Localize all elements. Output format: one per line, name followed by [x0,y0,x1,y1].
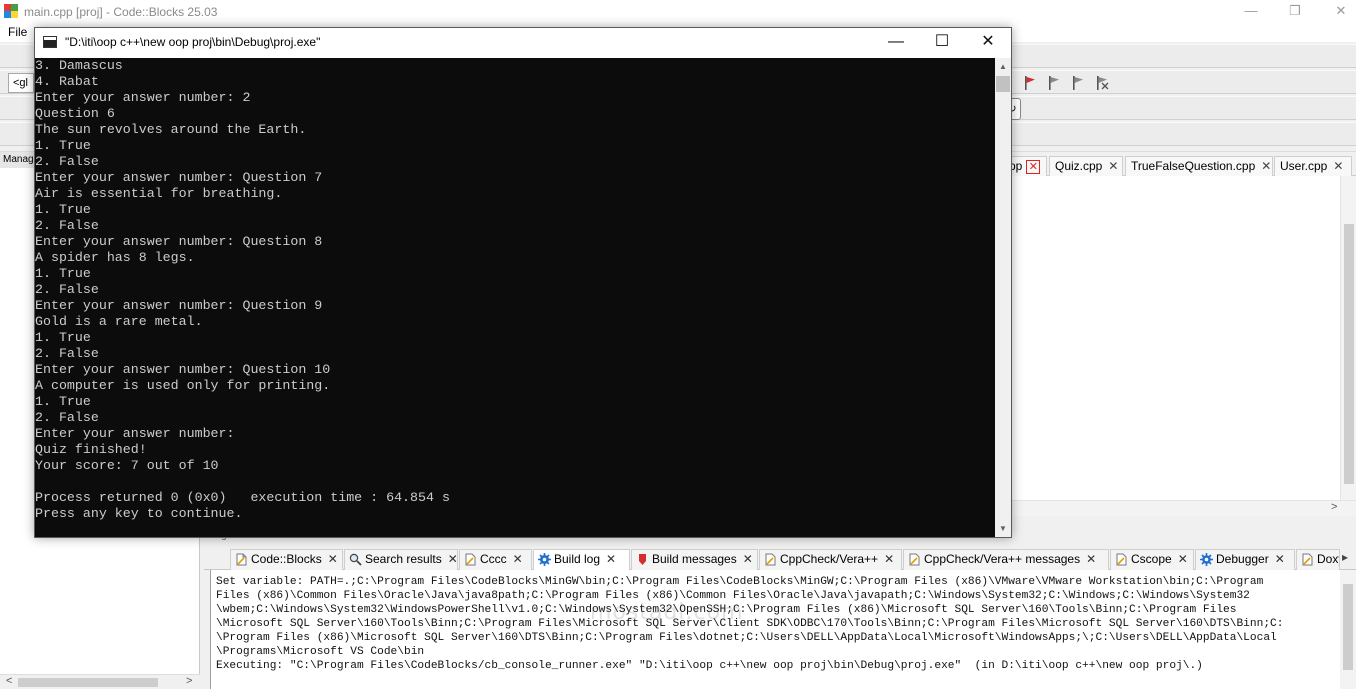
close-tab-icon[interactable]: ✕ [606,550,616,569]
document-icon [765,553,776,566]
console-app-icon [43,36,57,48]
codeblocks-app-icon [4,4,18,18]
close-tab-icon[interactable]: ✕ [743,550,753,569]
editor-area[interactable] [1003,176,1356,516]
log-tab-doxyblocks[interactable]: Doxyl [1296,549,1340,570]
close-tab-icon[interactable]: ✕ [1275,550,1285,569]
log-tab-cppcheck-vera[interactable]: CppCheck/Vera++ ✕ [759,549,902,570]
console-window[interactable]: "D:\iti\oop c++\new oop proj\bin\Debug\p… [34,27,1012,538]
log-tab-label: Cccc [480,552,507,566]
document-icon [1302,553,1313,566]
codeblocks-window-title: main.cpp [proj] - Code::Blocks 25.03 [24,5,218,19]
log-tab-cscope[interactable]: Cscope ✕ [1110,549,1194,570]
marker-icon [639,554,646,565]
log-tab-label: Debugger [1216,552,1269,566]
close-tab-icon[interactable]: ✕ [328,550,338,569]
close-tab-icon[interactable]: ✕ [1026,160,1041,174]
log-tab-cccc[interactable]: Cccc ✕ [459,549,532,570]
log-tab-label: Build log [554,552,601,566]
clear-bookmarks-flag-icon[interactable] [1093,74,1111,92]
close-tab-icon[interactable]: ✕ [1261,157,1271,175]
tab-truefalsequestion-cpp[interactable]: TrueFalseQuestion.cpp ✕ [1125,156,1273,176]
gear-icon [1200,553,1213,566]
log-tab-search-results[interactable]: Search results ✕ [344,549,458,570]
document-icon [1116,553,1127,566]
console-titlebar[interactable]: "D:\iti\oop c++\new oop proj\bin\Debug\p… [35,28,1011,58]
codeblocks-titlebar: main.cpp [proj] - Code::Blocks 25.03 — ❐… [0,0,1356,24]
tab-label: Quiz.cpp [1055,159,1103,173]
console-close-button[interactable]: ✕ [965,28,1011,58]
console-window-title: "D:\iti\oop c++\new oop proj\bin\Debug\p… [65,35,321,49]
close-tab-icon[interactable]: ✕ [448,550,457,569]
logs-tab-bar: Code::Blocks ✕ Search results ✕ Cccc ✕ Buil… [204,546,1356,570]
scroll-left-icon[interactable]: < [6,675,12,687]
log-tab-build-log[interactable]: Build log ✕ [533,549,630,570]
log-tab-label: Code::Blocks [251,552,322,566]
tab-quiz-cpp[interactable]: Quiz.cpp ✕ [1049,156,1123,176]
scroll-right-icon[interactable]: > [1331,501,1337,513]
management-hscrollbar[interactable]: < > [0,674,200,689]
previous-bookmark-flag-icon[interactable] [1045,74,1063,92]
log-tab-codeblocks[interactable]: Code::Blocks ✕ [230,549,343,570]
scroll-thumb[interactable] [1344,224,1354,484]
document-icon [465,553,476,566]
close-tab-icon[interactable]: ✕ [513,550,523,569]
codeblocks-maximize-button[interactable]: ❐ [1272,0,1318,24]
scroll-up-icon[interactable]: ▲ [995,58,1011,75]
tab-label: TrueFalseQuestion.cpp [1131,159,1256,173]
close-tab-icon[interactable]: ✕ [1333,157,1343,175]
scroll-thumb[interactable] [996,76,1010,92]
log-vscrollbar[interactable] [1340,570,1356,689]
log-tab-label: CppCheck/Vera++ [780,552,879,566]
search-icon [349,553,362,566]
log-tab-build-messages[interactable]: Build messages ✕ [631,549,758,570]
log-tab-label: Doxyl [1317,552,1339,566]
close-tab-icon[interactable]: ✕ [884,550,894,569]
console-maximize-button[interactable]: ☐ [919,28,965,58]
tab-scroll-right-icon[interactable]: ▸ [1342,550,1348,564]
toggle-bookmark-flag-icon[interactable] [1021,74,1039,92]
tab-user-cpp[interactable]: User.cpp ✕ [1274,156,1352,176]
close-tab-icon[interactable]: ✕ [1108,157,1118,175]
log-tab-label: Build messages [652,552,737,566]
log-tab-label: Search results [365,552,442,566]
close-tab-icon[interactable]: ✕ [1086,550,1096,569]
log-tab-label: CppCheck/Vera++ messages [924,552,1081,566]
scroll-right-icon[interactable]: > [186,675,192,687]
log-tab-cppcheck-vera-messages[interactable]: CppCheck/Vera++ messages ✕ [903,549,1109,570]
log-tab-debugger[interactable]: Debugger ✕ [1195,549,1295,570]
codeblocks-minimize-button[interactable]: — [1228,0,1274,24]
document-icon [236,553,247,566]
scope-combo[interactable]: <gl [8,73,34,93]
codeblocks-close-button[interactable]: ✕ [1318,0,1356,24]
scroll-down-icon[interactable]: ▼ [995,520,1011,537]
console-output-text: 3. Damascus 4. Rabat Enter your answer n… [35,58,450,521]
editor-vscrollbar[interactable] [1340,176,1356,516]
console-minimize-button[interactable]: — [873,28,919,58]
tab-label: User.cpp [1280,159,1328,173]
close-tab-icon[interactable]: ✕ [1178,550,1188,569]
console-output-area[interactable]: 3. Damascus 4. Rabat Enter your answer n… [35,58,995,537]
build-log-text: Set variable: PATH=.;C:\Program Files\Co… [216,576,1284,672]
next-bookmark-flag-icon[interactable] [1069,74,1087,92]
console-vscrollbar[interactable]: ▲ ▼ [995,58,1011,537]
document-icon [909,553,920,566]
log-tab-label: Cscope [1131,552,1172,566]
gear-icon [538,553,551,566]
editor-hscrollbar[interactable]: > [1003,500,1356,516]
watermark: mostaql.com [590,600,744,625]
build-log-pane[interactable]: Set variable: PATH=.;C:\Program Files\Co… [210,570,1340,689]
scroll-thumb[interactable] [18,678,158,687]
scroll-thumb[interactable] [1343,584,1353,670]
editor-tab-bar: pp ✕ Quiz.cpp ✕ TrueFalseQuestion.cpp ✕ Use… [1003,154,1356,176]
menu-file[interactable]: File [8,25,27,39]
